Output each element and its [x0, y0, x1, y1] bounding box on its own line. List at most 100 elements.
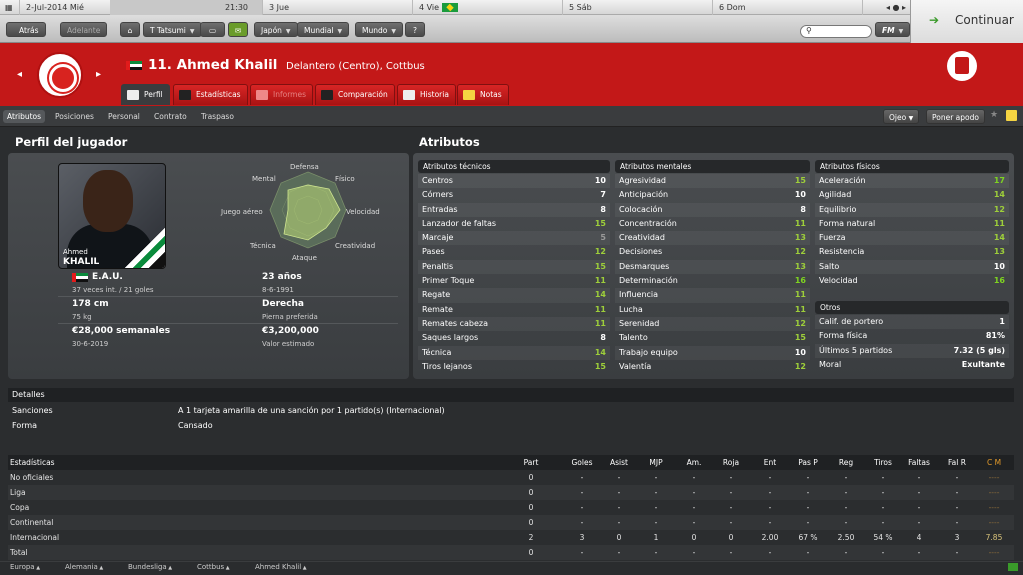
attribute-row[interactable]: Tiros lejanos 15 — [418, 360, 610, 374]
stats-column-header[interactable]: Part — [514, 455, 548, 470]
stats-column-header[interactable]: Tiros — [866, 455, 900, 470]
attribute-row[interactable]: Fuerza 14 — [815, 231, 1009, 246]
help-button[interactable]: ? — [405, 22, 425, 37]
attribute-row[interactable]: Equilibrio 12 — [815, 202, 1009, 217]
attribute-row[interactable]: Calif. de portero 1 — [815, 315, 1009, 330]
attribute-row[interactable]: Regate 14 — [418, 288, 610, 303]
tab-history[interactable]: Historia — [397, 84, 456, 105]
calendar-day[interactable]: 5 Sáb — [563, 0, 713, 15]
stats-column-header[interactable]: Roja — [714, 455, 748, 470]
attribute-row[interactable]: Valentía 12 — [615, 360, 810, 374]
notification-icon[interactable]: ✉ — [228, 22, 248, 37]
stats-column-header[interactable]: MJP — [639, 455, 673, 470]
attribute-row[interactable]: Penaltis 15 — [418, 259, 610, 275]
subtab-attributes[interactable]: Atributos — [3, 110, 46, 123]
stats-column-header[interactable]: Faltas — [902, 455, 936, 470]
attribute-row[interactable]: Saques largos 8 — [418, 331, 610, 345]
attribute-row[interactable]: Entradas 8 — [418, 202, 610, 217]
attribute-row[interactable]: Concentración 11 — [615, 217, 810, 231]
manager-button[interactable]: T Tatsumi ▼ — [143, 22, 202, 37]
breadcrumb-item[interactable]: Alemania ▲ — [65, 563, 103, 571]
attribute-row[interactable]: Trabajo equipo 10 — [615, 345, 810, 360]
stats-column-header[interactable]: C M — [977, 455, 1011, 470]
calendar-day[interactable]: 3 Jue — [263, 0, 413, 15]
attribute-row[interactable]: Remate 11 — [418, 303, 610, 317]
attribute-row[interactable]: Forma física 81% — [815, 329, 1009, 343]
attribute-row[interactable]: Desmarques 13 — [615, 259, 810, 275]
attribute-row[interactable]: Decisiones 12 — [615, 245, 810, 259]
fm-menu[interactable]: FM ▼ — [875, 22, 911, 37]
tab-stats[interactable]: Estadísticas — [173, 84, 248, 105]
table-row[interactable]: Liga 0- - - - - - - - - - - ---- — [8, 485, 1014, 500]
subtab-contract[interactable]: Contrato — [150, 110, 191, 123]
attribute-row[interactable]: Aceleración 17 — [815, 174, 1009, 189]
attribute-row[interactable]: Remates cabeza 11 — [418, 316, 610, 332]
country-menu[interactable]: Japón ▼ — [254, 22, 298, 37]
attribute-row[interactable]: Velocidad 16 — [815, 274, 1009, 288]
back-button[interactable]: Atrás — [6, 22, 46, 37]
subtab-positions[interactable]: Posiciones — [51, 110, 98, 123]
attribute-row[interactable]: Creatividad 13 — [615, 231, 810, 246]
table-row[interactable]: No oficiales 0- - - - - - - - - - - ---- — [8, 470, 1014, 485]
attribute-row[interactable]: Marcaje 5 — [418, 231, 610, 246]
breadcrumb-item[interactable]: Ahmed Khalil ▲ — [255, 563, 307, 571]
attribute-row[interactable]: Resistencia 13 — [815, 245, 1009, 259]
table-row[interactable]: Copa 0- - - - - - - - - - - ---- — [8, 500, 1014, 515]
stats-column-header[interactable]: Ent — [753, 455, 787, 470]
tab-profile[interactable]: Perfil — [121, 84, 170, 105]
attribute-row[interactable]: Determinación 16 — [615, 274, 810, 288]
breadcrumb-item[interactable]: Cottbus ▲ — [197, 563, 230, 571]
inbox-icon[interactable]: ▭ — [200, 22, 225, 37]
tab-compare[interactable]: Comparación — [315, 84, 395, 105]
attribute-row[interactable]: Lanzador de faltas 15 — [418, 217, 610, 231]
forward-button[interactable]: Adelante — [60, 22, 108, 37]
status-icon[interactable] — [1008, 563, 1018, 571]
breadcrumb-item[interactable]: Bundesliga ▲ — [128, 563, 172, 571]
note-icon[interactable] — [1006, 110, 1017, 121]
stats-column-header[interactable]: Goles — [565, 455, 599, 470]
search-input[interactable]: ⚲ — [800, 25, 872, 38]
attribute-row[interactable]: Lucha 11 — [615, 303, 810, 317]
attribute-row[interactable]: Córners 7 — [418, 188, 610, 202]
breadcrumb-item[interactable]: Europa ▲ — [10, 563, 40, 571]
table-row[interactable]: Internacional 2 3 0 1 0 0 2.00 67 % 2.50 54 % 4 3 7.8… — [8, 530, 1014, 545]
attribute-row[interactable]: Agresividad 15 — [615, 174, 810, 189]
attribute-row[interactable]: Talento 15 — [615, 331, 810, 345]
stats-column-header[interactable]: Fal R — [940, 455, 974, 470]
calendar-day[interactable]: 4 Vie — [413, 0, 563, 15]
attribute-row[interactable]: Centros 10 — [418, 174, 610, 189]
calendar-day[interactable]: 6 Dom — [713, 0, 863, 15]
stats-column-header[interactable]: Asist — [602, 455, 636, 470]
attribute-row[interactable]: Pases 12 — [418, 245, 610, 259]
attribute-row[interactable]: Forma natural 11 — [815, 217, 1009, 231]
stats-column-header[interactable]: Am. — [677, 455, 711, 470]
attribute-row[interactable]: Influencia 11 — [615, 288, 810, 303]
home-icon[interactable]: ⌂ — [120, 22, 140, 37]
next-arrow-icon[interactable]: ▸ — [96, 69, 101, 80]
attribute-row[interactable]: Agilidad 14 — [815, 188, 1009, 202]
attribute-row[interactable]: Salto 10 — [815, 259, 1009, 275]
attribute-row[interactable]: Últimos 5 partidos 7.32 (5 gls) — [815, 343, 1009, 358]
world-menu[interactable]: Mundo ▼ — [355, 22, 403, 37]
attribute-row[interactable]: Primer Toque 11 — [418, 274, 610, 288]
tab-reports[interactable]: Informes — [250, 84, 313, 105]
attribute-row[interactable]: Anticipación 10 — [615, 188, 810, 202]
attribute-row[interactable]: Moral Exultante — [815, 358, 1009, 372]
tab-notes[interactable]: Notas — [457, 84, 509, 105]
scout-button[interactable]: Ojeo ▼ — [883, 109, 920, 124]
subtab-transfer[interactable]: Traspaso — [197, 110, 238, 123]
table-row[interactable]: Continental 0- - - - - - - - - - - ---- — [8, 515, 1014, 530]
stats-column-header[interactable]: Reg — [829, 455, 863, 470]
club-badge-icon[interactable] — [37, 52, 83, 98]
continue-button[interactable]: ➔ Continuar — [910, 0, 1023, 43]
attribute-row[interactable]: Serenidad 12 — [615, 316, 810, 332]
table-row[interactable]: Total 0- - - - - - - - - - - ---- — [8, 545, 1014, 560]
calendar-icon[interactable]: ▦ — [0, 0, 20, 15]
attribute-row[interactable]: Colocación 8 — [615, 202, 810, 217]
nationality[interactable]: E.A.U. — [92, 272, 123, 282]
subtab-personal[interactable]: Personal — [104, 110, 144, 123]
player-role[interactable]: Delantero (Centro), Cottbus — [286, 61, 425, 72]
star-icon[interactable]: ★ — [990, 110, 998, 120]
attribute-row[interactable]: Técnica 14 — [418, 345, 610, 360]
stats-column-header[interactable]: Pas P — [791, 455, 825, 470]
